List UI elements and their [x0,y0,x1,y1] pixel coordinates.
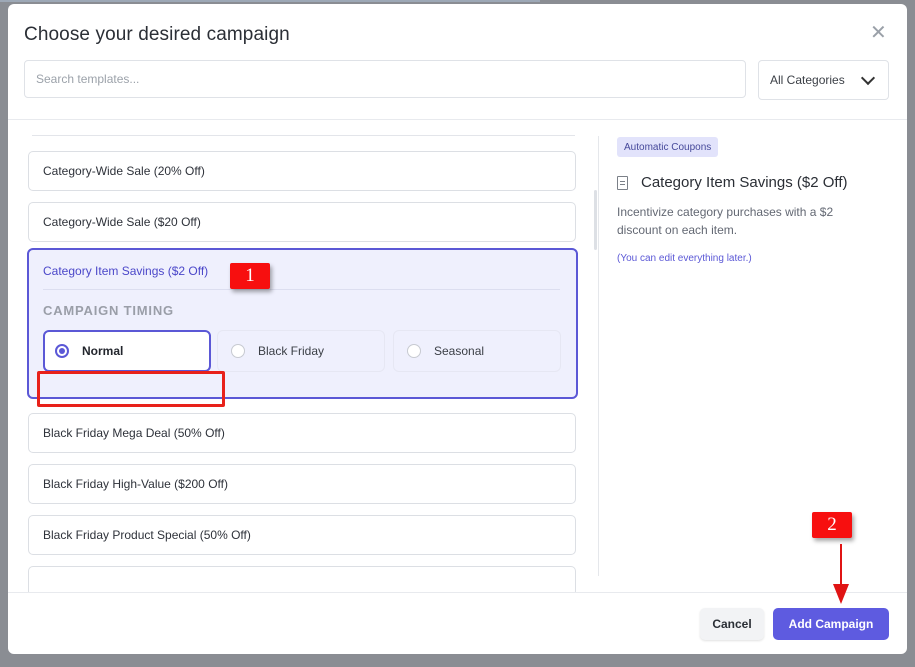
template-item-label: Category-Wide Sale (20% Off) [43,164,205,178]
category-select[interactable]: All Categories [758,60,889,100]
radio-checked-icon [55,344,69,358]
radio-unchecked-icon [231,344,245,358]
chevron-down-icon [860,70,876,85]
annotation-arrow [840,544,842,589]
category-tag: Automatic Coupons [617,137,719,157]
template-item[interactable]: Category-Wide Sale ($20 Off) [28,202,576,242]
timing-option-label: Normal [82,344,124,358]
timing-option-label: Seasonal [434,344,485,358]
preview-note: (You can edit everything later.) [617,253,752,264]
template-item[interactable]: Black Friday Product Special (50% Off) [28,515,576,555]
preview-title-text: Category Item Savings ($2 Off) [641,174,848,191]
template-item-label: Black Friday Product Special (50% Off) [43,528,251,542]
search-input[interactable] [24,60,746,98]
template-item-partial[interactable] [28,566,576,592]
modal-title: Choose your desired campaign [24,24,290,45]
template-item[interactable]: Black Friday Mega Deal (50% Off) [28,413,576,453]
preview-description: Incentivize category purchases with a $2… [617,205,834,237]
background-page-edge [0,0,540,2]
timing-option-label: Black Friday [258,344,325,358]
preview-title: Category Item Savings ($2 Off) [617,174,847,191]
category-select-value: All Categories [770,73,845,87]
radio-unchecked-icon [407,344,421,358]
annotation-highlight-box [37,371,225,407]
template-item[interactable]: Black Friday High-Value ($200 Off) [28,464,576,504]
timing-option-black-friday[interactable]: Black Friday [217,330,385,372]
template-item-label: Black Friday Mega Deal (50% Off) [43,426,225,440]
annotation-badge-2: 2 [812,512,852,538]
campaign-timing-label: CAMPAIGN TIMING [43,303,174,318]
document-icon [617,175,628,190]
template-list[interactable]: Category-Wide Sale (20% Off) Category-Wi… [8,120,594,592]
panel-divider [598,136,599,576]
list-divider [32,135,575,136]
add-campaign-button[interactable]: Add Campaign [773,608,889,640]
selected-template-label: Category Item Savings ($2 Off) [43,264,209,278]
campaign-modal: Choose your desired campaign ✕ All Categ… [8,4,907,654]
list-scrollbar[interactable] [594,190,597,250]
close-icon[interactable]: ✕ [870,22,887,44]
annotation-badge-1: 1 [230,263,270,289]
template-item-label: Black Friday High-Value ($200 Off) [43,477,228,491]
timing-option-seasonal[interactable]: Seasonal [393,330,561,372]
annotation-arrow-head [833,584,849,604]
template-item[interactable]: Category-Wide Sale (20% Off) [28,151,576,191]
cancel-button[interactable]: Cancel [700,608,764,640]
timing-option-normal[interactable]: Normal [43,330,211,372]
template-item-label: Category-Wide Sale ($20 Off) [43,215,201,229]
footer-divider [8,592,907,593]
selected-divider [43,289,560,290]
